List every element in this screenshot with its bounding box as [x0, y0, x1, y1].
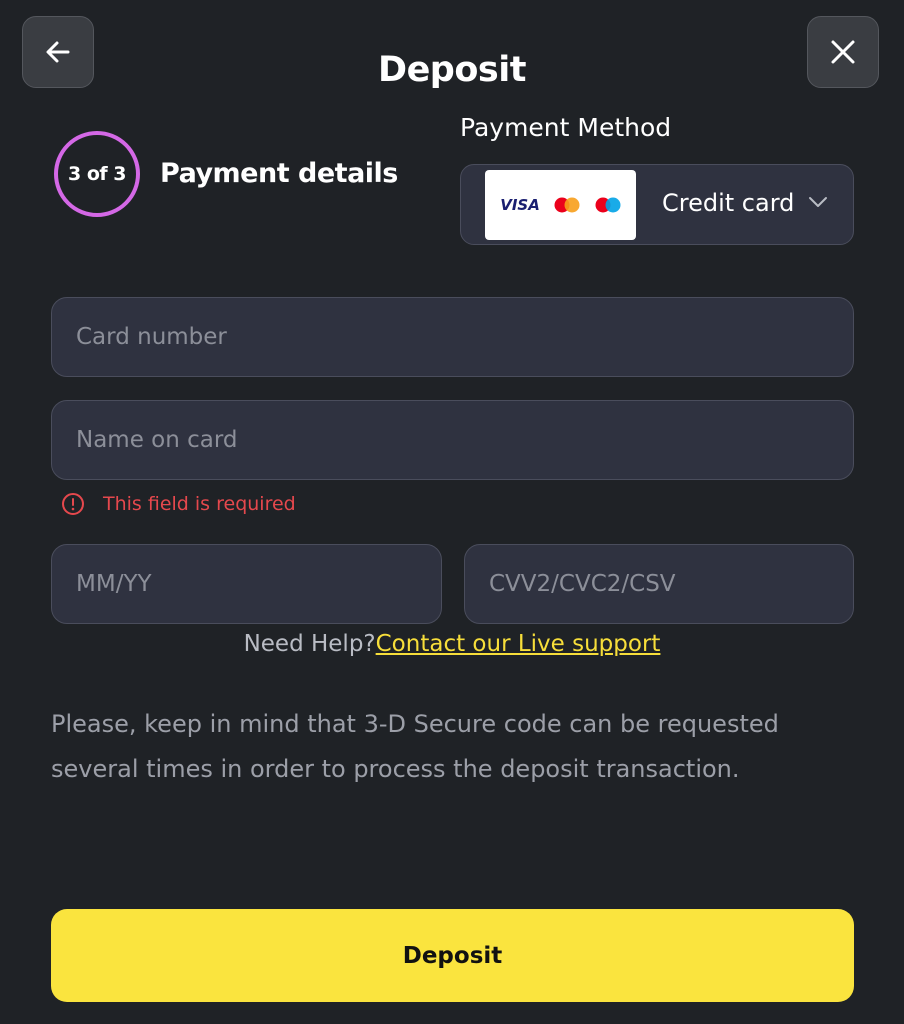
mastercard-logo [554, 197, 580, 213]
expiry-field[interactable] [51, 544, 442, 624]
card-number-input[interactable] [52, 298, 853, 376]
expiry-input[interactable] [52, 545, 441, 623]
payment-method-value: Credit card [662, 189, 795, 217]
page-title: Deposit [378, 50, 526, 90]
cvv-input[interactable] [465, 545, 853, 623]
name-on-card-field[interactable] [51, 400, 854, 480]
help-prefix: Need Help? [243, 631, 376, 657]
step-indicator-text: 3 of 3 [68, 163, 127, 185]
name-error-message: This field is required [61, 492, 296, 516]
deposit-button[interactable]: Deposit [51, 909, 854, 1002]
payment-method-select[interactable]: VISA Credit card [460, 164, 854, 245]
card-logos: VISA [485, 170, 636, 240]
step-title: Payment details [160, 158, 398, 189]
card-number-field[interactable] [51, 297, 854, 377]
live-support-link[interactable]: Contact our Live support [376, 631, 661, 657]
cvv-field[interactable] [464, 544, 854, 624]
payment-method-label: Payment Method [460, 113, 672, 142]
info-circle-icon [62, 493, 84, 515]
maestro-logo [595, 197, 621, 213]
chevron-down-icon [809, 197, 827, 207]
close-button[interactable] [807, 16, 879, 88]
step-indicator: 3 of 3 [54, 131, 140, 217]
error-text: This field is required [103, 493, 296, 515]
help-row: Need Help?Contact our Live support [0, 631, 904, 657]
visa-logo: VISA [500, 196, 540, 214]
close-icon [831, 40, 855, 64]
3ds-note: Please, keep in mind that 3-D Secure cod… [51, 710, 779, 783]
name-on-card-input[interactable] [52, 401, 853, 479]
